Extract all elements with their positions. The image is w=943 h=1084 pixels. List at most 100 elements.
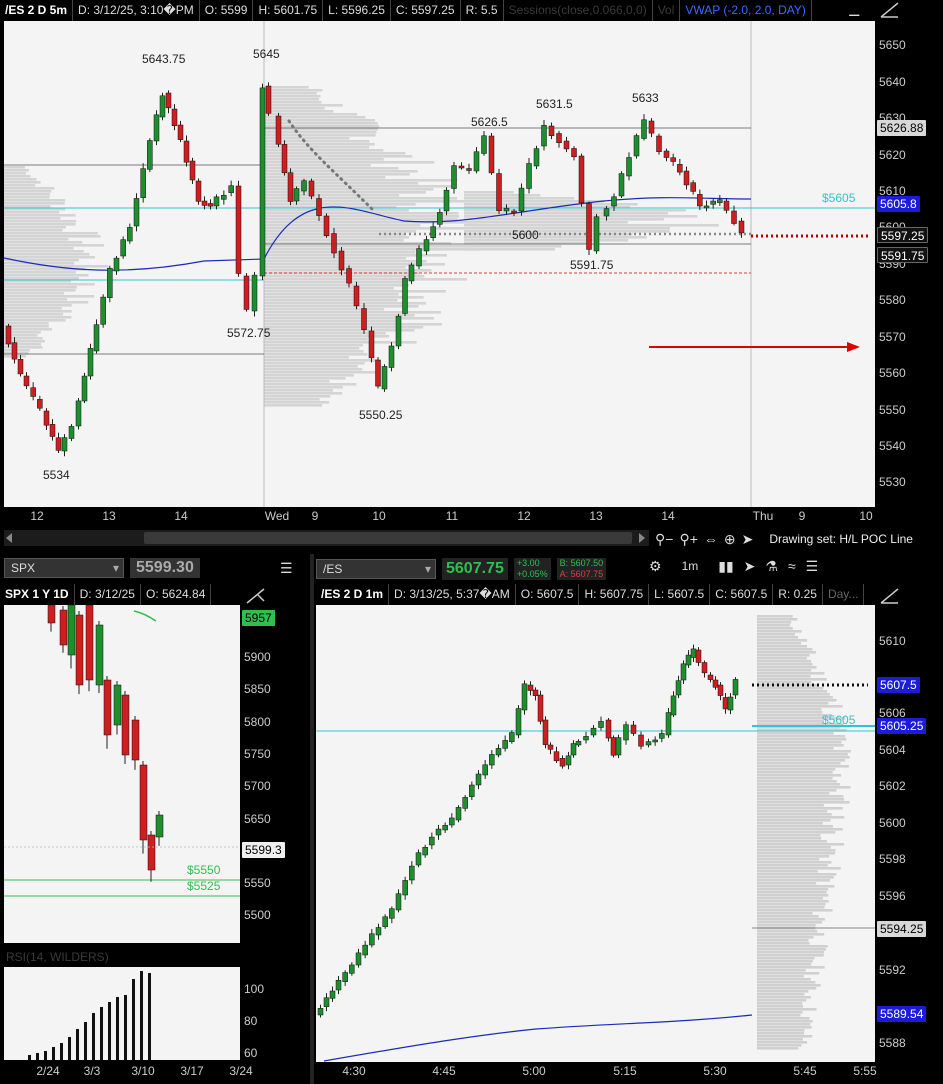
top-study-vwap[interactable]: VWAP (-2.0, 2.0, DAY) <box>680 0 812 21</box>
spx-time-axis[interactable]: 2/24 3/3 3/10 3/17 3/24 <box>0 1062 310 1084</box>
top-study-sessions[interactable]: Sessions(close,0.066,0,0) <box>504 0 653 21</box>
zoom-out-icon[interactable]: ⚲− <box>655 531 673 547</box>
volume-profile-bar <box>264 323 442 326</box>
crosshair-icon[interactable]: ⊕ <box>724 531 736 547</box>
volume-profile-bar <box>264 92 317 95</box>
cursor-icon[interactable]: ➤ <box>744 558 756 574</box>
top-study-vol[interactable]: Vol <box>653 0 681 21</box>
menu-icon[interactable]: ☰ <box>280 560 293 576</box>
volume-bar <box>92 1013 95 1060</box>
es-net-change: +3.00 <box>516 558 540 568</box>
es-price-axis[interactable]: 5610 5608 5606 5604 5602 5600 5598 5596 … <box>875 605 943 1062</box>
spx-price-plot[interactable]: $5550 $5525 <box>4 601 240 943</box>
top-candle <box>593 216 600 252</box>
drawings-icon[interactable]: ≈ <box>788 558 796 574</box>
volume-profile-bar <box>464 194 541 197</box>
top-time-axis[interactable]: 12 13 14 Wed 9 10 11 12 13 14 Thu 9 10 <box>0 507 943 529</box>
top-tag-last: 5597.25 <box>877 227 929 243</box>
volume-profile-bar <box>4 178 37 181</box>
drawing-set-label[interactable]: Drawing set: H/L POC Line <box>769 532 913 546</box>
gear-icon[interactable]: ⚙ <box>649 558 662 574</box>
top-candle <box>586 203 592 250</box>
es-volume-profile-bar <box>757 627 793 630</box>
scroll-left-arrow[interactable] <box>6 533 12 543</box>
timeframe-button[interactable]: 1m <box>672 558 709 574</box>
es-candle <box>527 684 534 691</box>
spx-price-axis[interactable]: 5957 5900 5850 5800 5750 5700 5650 5550 … <box>240 605 310 943</box>
spx-drawing-icon[interactable] <box>244 586 268 606</box>
es-volume-profile-bar <box>757 1029 805 1032</box>
top-candle <box>518 187 525 212</box>
drawing-tool-icon[interactable] <box>878 0 902 20</box>
label-5600: 5600 <box>512 228 539 242</box>
chart-style-icon[interactable]: ▮▮ <box>718 558 733 574</box>
spx-study-label[interactable]: RSI(14, WILDERS) <box>4 950 109 964</box>
es-panel: /ES ▾ 5607.75 +3.00 +0.05% B: 5607.50 A:… <box>314 554 943 1084</box>
top-y-tick: 5560 <box>879 366 906 380</box>
volume-profile-bar <box>4 172 27 175</box>
volume-profile-bar <box>264 329 415 332</box>
menu-icon[interactable]: ☰ <box>806 558 819 574</box>
es-y-tick: 5604 <box>879 743 906 757</box>
volume-bar <box>132 979 135 1060</box>
top-price-plot[interactable]: 5643.75 5645 5626.5 5631.5 5633 5534 557… <box>3 21 875 507</box>
volume-profile-bar <box>264 110 334 113</box>
top-candle <box>171 108 178 126</box>
es-volume-profile-bar <box>757 636 799 639</box>
es-chart-symbol[interactable]: /ES 2 D 1m <box>316 584 390 605</box>
pointer-icon[interactable]: ➤ <box>742 531 754 547</box>
spx-last-tag: 5599.3 <box>242 842 285 858</box>
es-volume-profile-bar <box>757 777 833 780</box>
volume-profile-bar <box>4 304 72 307</box>
volume-profile-bar <box>264 395 331 398</box>
top-scrollbar[interactable] <box>4 530 649 546</box>
es-volume-profile-bar <box>757 792 830 795</box>
volume-profile-bar <box>4 175 31 178</box>
es-volume-profile-bar <box>757 804 824 807</box>
es-study[interactable]: Day... <box>823 584 865 605</box>
volume-profile-bar <box>4 283 95 286</box>
volume-profile-bar <box>4 310 72 313</box>
label-5631: 5631.5 <box>536 97 573 111</box>
top-symbol[interactable]: /ES 2 D 5m <box>0 0 74 21</box>
spx-x-tick: 2/24 <box>36 1064 60 1078</box>
spx-candle <box>85 604 94 681</box>
spx-chart-symbol[interactable]: SPX 1 Y 1D <box>0 584 75 605</box>
top-candle <box>147 140 153 170</box>
spx-candle <box>113 684 122 726</box>
spx-volume-plot[interactable] <box>4 967 240 1060</box>
top-price-axis[interactable]: 5650 5640 5630 5620 5610 5600 5590 5580 … <box>875 21 943 507</box>
es-drawing-icon[interactable] <box>878 586 902 606</box>
es-volume-profile-bar <box>757 948 827 951</box>
es-volume-profile-bar <box>757 864 828 867</box>
es-volume-profile-bar <box>757 795 844 798</box>
es-volume-profile-bar <box>757 1047 799 1050</box>
chevron-down-icon: ▾ <box>112 561 119 575</box>
volume-profile-bar <box>264 374 354 377</box>
volume-profile-bar <box>4 181 41 184</box>
es-candle <box>665 712 672 736</box>
spx-symbol-select[interactable]: SPX ▾ <box>4 558 124 578</box>
top-candle <box>81 375 88 402</box>
es-symbol-select[interactable]: /ES ▾ <box>316 559 436 579</box>
spx-panel: SPX ▾ 5599.30 ☰ SPX 1 Y 1D D: 3/12/25 O:… <box>0 554 310 1084</box>
zoom-in-icon[interactable]: ⚲+ <box>679 531 697 547</box>
scrollbar-thumb[interactable] <box>144 532 632 544</box>
es-volume-profile-bar <box>757 993 805 996</box>
es-volume-profile-bar <box>757 1035 813 1038</box>
volume-profile-bar <box>464 239 628 242</box>
es-volume-profile-bar <box>757 834 821 837</box>
es-time-axis[interactable]: 4:30 4:45 5:00 5:15 5:30 5:45 5:55 <box>314 1062 943 1084</box>
volume-profile-bar <box>264 377 346 380</box>
volume-profile-bar <box>4 232 98 235</box>
pan-icon[interactable]: ⇔ <box>704 531 718 547</box>
es-volume-profile-bar <box>757 639 808 642</box>
es-price-plot[interactable]: $5605 <box>316 605 875 1062</box>
top-candle <box>648 120 655 134</box>
top-x-tick: 14 <box>661 509 675 523</box>
scroll-right-arrow[interactable] <box>639 533 645 543</box>
es-volume-profile-bar <box>757 1032 805 1035</box>
volume-profile-bar <box>264 95 321 98</box>
collapse-icon[interactable]: ⚊ <box>848 3 861 19</box>
studies-icon[interactable]: ⚗ <box>765 558 778 574</box>
